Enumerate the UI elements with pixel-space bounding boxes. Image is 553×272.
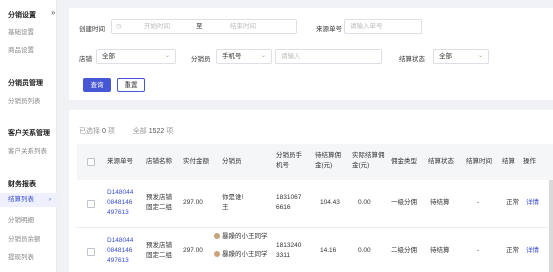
distributor-name: 王: [222, 204, 229, 211]
distributor-type-value: 手机号: [222, 53, 242, 60]
sidebar-group-customer-relations: 客户关系管理: [8, 130, 50, 137]
total-prefix: 全部: [132, 128, 147, 135]
clock-icon: ◷: [116, 23, 122, 30]
distributor-name: 暴躁的小王同学: [222, 233, 268, 240]
store-label: 店铺: [79, 56, 92, 63]
details-link[interactable]: 详情: [526, 246, 539, 256]
end-time-placeholder: 结束时间: [230, 23, 256, 30]
col-pending-commission: 待结算佣金(元): [315, 152, 341, 169]
actual-commission: 0.00: [358, 247, 371, 254]
col-actual-commission: 实际结算佣金(元): [352, 152, 385, 169]
store-name: 预发店铺 固定二组: [146, 194, 172, 211]
avatar: [214, 233, 220, 240]
actual-commission: 0.00: [358, 199, 371, 206]
col-commission-type: 佣金类型: [391, 158, 417, 165]
settle-status: 待结算: [430, 199, 450, 206]
avatar: [214, 251, 220, 258]
distributor-type-select[interactable]: 手机号 ⌄: [216, 49, 272, 64]
selected-count: 0: [101, 128, 106, 135]
details-link[interactable]: 详情: [526, 198, 539, 208]
store-name: 预发店铺 固定二组: [146, 242, 172, 259]
sidebar-item-basic-settings[interactable]: 基础设置: [8, 26, 34, 36]
col-paid-amount: 实付金额: [183, 158, 209, 165]
sidebar-item-product-settings[interactable]: 商品设置: [8, 44, 34, 54]
reset-button[interactable]: 重置: [117, 78, 145, 92]
distributor-names: 你是谁! 王: [222, 193, 243, 213]
row-checkbox[interactable]: [87, 200, 95, 208]
sidebar-group-distributor-management: 分销员管理: [8, 80, 43, 87]
sidebar-item-distribution-details[interactable]: 分销明细: [8, 214, 34, 224]
vertical-scrollbar[interactable]: [549, 180, 553, 272]
commission-type: 二级分佣: [391, 247, 417, 254]
settle-time: -: [477, 199, 480, 206]
commission-type: 一级分佣: [391, 199, 417, 206]
sidebar-group-financial-reports: 财务报表: [8, 181, 36, 188]
source-no-label: 来源单号: [316, 26, 342, 33]
paid-amount: 297.00: [183, 247, 203, 254]
table-row: D148044 0848146 497613 预发店铺 固定二组 297.00 …: [77, 228, 553, 272]
settle-status-label: 结算状态: [399, 56, 425, 63]
chevron-down-icon: ⌄: [164, 53, 170, 59]
col-action: 操作: [523, 158, 536, 165]
col-settle-status: 结算状态: [428, 158, 454, 165]
create-time-range-picker[interactable]: ◷ 开始时间 至 结束时间: [111, 19, 297, 34]
sidebar: » 分销设置 基础设置 商品设置 分销员管理 分销员列表 客户关系管理 客户关系…: [0, 0, 57, 272]
settle-status-value: 全部: [439, 53, 452, 60]
start-time-placeholder: 开始时间: [144, 23, 170, 30]
distributor-input[interactable]: 请输入: [275, 49, 382, 64]
col-settle-time: 结算时间: [466, 158, 492, 165]
pending-commission: 14.16: [320, 247, 337, 254]
distributor-phone: 1831067 6616: [276, 194, 302, 211]
store-select-value: 全部: [102, 53, 115, 60]
distributor-phone: 1813240 3311: [276, 242, 302, 259]
source-no-placeholder: 请输入单号: [350, 23, 383, 30]
row-checkbox[interactable]: [87, 248, 95, 256]
selected-suffix: 项: [107, 128, 115, 135]
chevron-right-icon: ›: [48, 196, 51, 203]
sidebar-item-customer-relation-list[interactable]: 客户关系列表: [8, 145, 47, 155]
sidebar-item-settlement-list[interactable]: 结算列表 ›: [0, 193, 57, 207]
col-store-name: 店铺名称: [146, 158, 172, 165]
col-source-no: 来源单号: [107, 158, 133, 165]
store-select[interactable]: 全部 ⌄: [96, 49, 176, 64]
table-header: 来源单号 店铺名称 实付金额 分销员 分销员手机号 待结算佣金(元) 实际结算佣…: [77, 144, 553, 180]
sidebar-item-withdrawal-list[interactable]: 提现列表: [8, 251, 34, 261]
pending-commission: 104.43: [320, 199, 340, 206]
chevron-down-icon: ⌄: [260, 53, 266, 59]
distributor-names: 暴躁的小王同学 暴躁的小王同学: [214, 232, 268, 260]
range-separator: 至: [196, 23, 203, 30]
chevron-down-icon: ⌄: [477, 53, 483, 59]
settle-value: 正常: [506, 247, 519, 254]
source-no-link[interactable]: D148044 0848146 497613: [107, 236, 139, 266]
settle-time: -: [477, 247, 480, 254]
selection-summary: 已选择 0 项 全部 1522 项: [79, 126, 173, 136]
sidebar-item-distributor-list[interactable]: 分销员列表: [8, 95, 41, 105]
source-no-link[interactable]: D148044 0848146 497613: [107, 188, 139, 218]
distributor-name: 你是谁!: [222, 194, 244, 201]
col-distributor: 分销员: [222, 158, 242, 165]
selected-prefix: 已选择: [79, 128, 100, 135]
total-suffix: 项: [166, 128, 174, 135]
source-no-input[interactable]: 请输入单号: [344, 19, 422, 34]
distributor-name: 暴躁的小王同学: [222, 251, 268, 258]
distributor-label: 分销员: [191, 56, 211, 63]
settle-status: 待结算: [430, 247, 450, 254]
create-time-label: 创建时间: [79, 26, 105, 33]
settle-value: 正常: [506, 199, 519, 206]
col-distributor-phone: 分销员手机号: [276, 152, 302, 169]
paid-amount: 297.00: [183, 199, 203, 206]
query-button[interactable]: 查询: [83, 78, 111, 92]
settle-status-select[interactable]: 全部 ⌄: [433, 49, 489, 64]
distributor-placeholder: 请输入: [281, 53, 301, 60]
collapse-sidebar-icon[interactable]: »: [51, 8, 55, 17]
sidebar-item-distributor-balance[interactable]: 分销员余额: [8, 233, 41, 243]
table-panel: 已选择 0 项 全部 1522 项 来源单号 店铺名称 实付金额 分销员 分销员…: [69, 110, 553, 272]
select-all-checkbox[interactable]: [87, 158, 95, 166]
table-row: D148044 0848146 497613 预发店铺 固定二组 297.00 …: [77, 180, 553, 228]
sidebar-item-label: 结算列表: [8, 196, 34, 203]
filter-panel: 创建时间 ◷ 开始时间 至 结束时间 来源单号 请输入单号 店铺 全部 ⌄ 分销…: [69, 8, 553, 100]
sidebar-group-distribution-settings: 分销设置: [8, 12, 36, 19]
col-settle: 结算: [502, 158, 515, 165]
total-count: 1522: [148, 128, 165, 135]
